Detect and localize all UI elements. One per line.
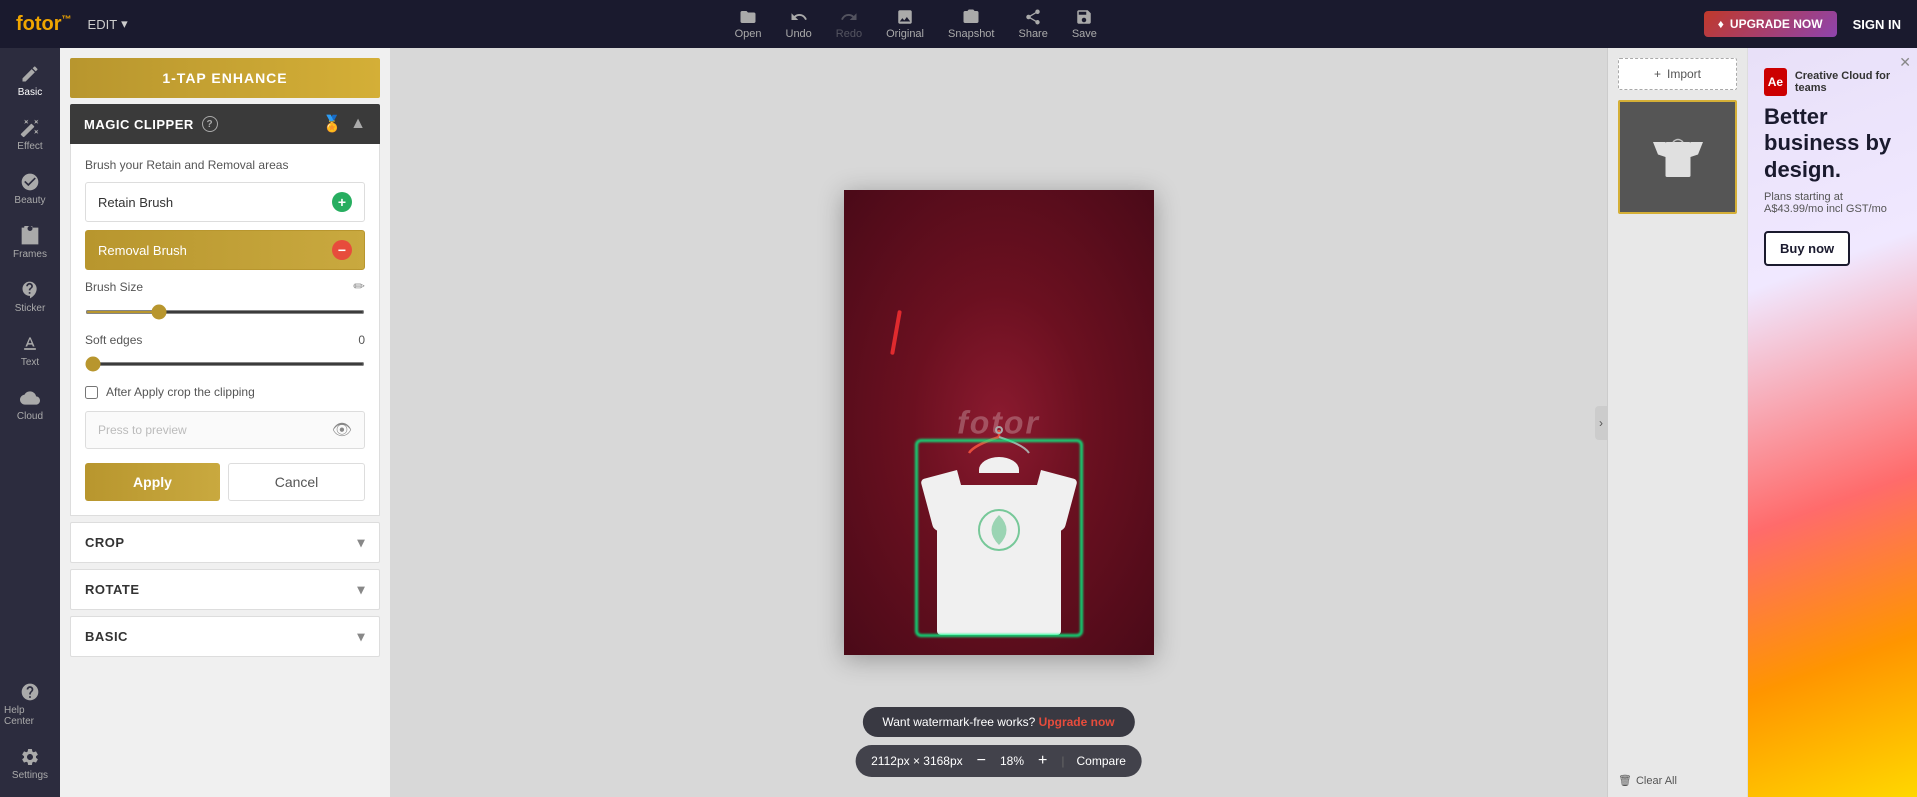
- sidebar-item-frames[interactable]: Frames: [0, 218, 60, 268]
- magic-clipper-title: MAGIC CLIPPER ?: [84, 116, 218, 132]
- rotate-chevron-icon: ▾: [357, 581, 365, 598]
- chevron-down-icon: ▾: [121, 16, 128, 32]
- right-collapse-button[interactable]: ›: [1595, 406, 1607, 440]
- crop-chevron-icon: ▾: [357, 534, 365, 551]
- compare-label: Compare: [1077, 754, 1126, 768]
- plus-icon: +: [1654, 67, 1661, 81]
- magic-clipper-body: Brush your Retain and Removal areas Reta…: [70, 144, 380, 516]
- topbar-left: fotor™ EDIT ▾: [16, 13, 128, 36]
- undo-button[interactable]: Undo: [786, 8, 812, 40]
- sidebar-item-sticker[interactable]: Sticker: [0, 272, 60, 322]
- magic-clipper-header[interactable]: MAGIC CLIPPER ? 🏅 ▲: [70, 104, 380, 144]
- icon-sidebar: Basic Effect Beauty Frames Sticker Text …: [0, 48, 60, 797]
- after-apply-label: After Apply crop the clipping: [106, 385, 255, 399]
- rotate-header[interactable]: ROTATE ▾: [71, 570, 379, 609]
- premium-badge: 🏅: [322, 114, 342, 134]
- snapshot-button[interactable]: Snapshot: [948, 8, 994, 40]
- sidebar-item-cloud[interactable]: Cloud: [0, 380, 60, 430]
- zoom-out-button[interactable]: −: [975, 752, 988, 770]
- cancel-button[interactable]: Cancel: [228, 463, 365, 501]
- signin-button[interactable]: SIGN IN: [1853, 17, 1901, 32]
- brush-size-row: Brush Size ✏: [85, 278, 365, 319]
- eraser-icon: ✏: [353, 278, 365, 295]
- crop-section: CROP ▾: [70, 522, 380, 563]
- status-bar: 2112px × 3168px − 18% + | Compare: [855, 745, 1142, 777]
- sidebar-item-help[interactable]: Help Center: [0, 674, 60, 735]
- removal-icon: −: [332, 240, 352, 260]
- open-button[interactable]: Open: [735, 8, 762, 40]
- retain-brush-button[interactable]: Retain Brush +: [85, 182, 365, 222]
- rotate-section: ROTATE ▾: [70, 569, 380, 610]
- ad-close-button[interactable]: ✕: [1899, 54, 1911, 71]
- eye-icon[interactable]: 👁: [332, 420, 352, 440]
- ad-title: Better business by design.: [1764, 104, 1901, 183]
- crop-header[interactable]: CROP ▾: [71, 523, 379, 562]
- right-panel: + Import 🗑 Clear All: [1607, 48, 1747, 797]
- adobe-logo: Ae: [1764, 68, 1787, 96]
- ad-header: Ae Creative Cloud for teams: [1764, 68, 1901, 96]
- sidebar-item-basic[interactable]: Basic: [0, 56, 60, 106]
- edit-menu[interactable]: EDIT ▾: [88, 16, 128, 32]
- upgrade-button[interactable]: UPGRADE NOW: [1704, 11, 1837, 37]
- ad-subtitle: Plans starting at A$43.99/mo incl GST/mo: [1764, 191, 1901, 215]
- panel-sidebar: 1-TAP ENHANCE MAGIC CLIPPER ? 🏅 ▲ Brush …: [60, 48, 390, 797]
- apply-button[interactable]: Apply: [85, 463, 220, 501]
- ad-panel: ✕ Ae Creative Cloud for teams Better bus…: [1747, 48, 1917, 797]
- original-button[interactable]: Original: [886, 8, 924, 40]
- upgrade-link[interactable]: Upgrade now: [1039, 715, 1115, 729]
- share-button[interactable]: Share: [1018, 8, 1047, 40]
- action-row: Apply Cancel: [85, 463, 365, 501]
- sidebar-item-effect[interactable]: Effect: [0, 110, 60, 160]
- zoom-in-button[interactable]: +: [1036, 752, 1049, 770]
- basic-header[interactable]: BASIC ▾: [71, 617, 379, 656]
- magic-clipper-help[interactable]: ?: [202, 116, 218, 132]
- thumbnail-card[interactable]: [1618, 100, 1737, 214]
- brush-section-label: Brush your Retain and Removal areas: [85, 158, 365, 172]
- tshirt-selection-glow: [915, 439, 1083, 637]
- after-apply-row: After Apply crop the clipping: [85, 385, 365, 399]
- sidebar-item-text[interactable]: Text: [0, 326, 60, 376]
- app-logo: fotor™: [16, 13, 72, 36]
- redo-button[interactable]: Redo: [836, 8, 862, 40]
- ad-buy-button[interactable]: Buy now: [1764, 231, 1850, 266]
- brush-size-label-row: Brush Size ✏: [85, 278, 365, 295]
- upgrade-banner: Want watermark-free works? Upgrade now: [862, 707, 1134, 737]
- import-button[interactable]: + Import: [1618, 58, 1737, 90]
- basic-section: BASIC ▾: [70, 616, 380, 657]
- one-tap-enhance-button[interactable]: 1-TAP ENHANCE: [70, 58, 380, 98]
- main-layout: Basic Effect Beauty Frames Sticker Text …: [0, 48, 1917, 797]
- magic-clipper-controls: 🏅 ▲: [322, 114, 366, 134]
- canvas-content: fotor: [844, 190, 1154, 655]
- thumbnail-bg: [1620, 102, 1735, 212]
- soft-edges-slider[interactable]: [85, 362, 365, 366]
- save-button[interactable]: Save: [1072, 8, 1097, 40]
- topbar: fotor™ EDIT ▾ Open Undo Redo Original Sn…: [0, 0, 1917, 48]
- canvas-area: fotor: [390, 48, 1607, 797]
- preview-field: Press to preview 👁: [85, 411, 365, 449]
- clear-all-button[interactable]: 🗑 Clear All: [1618, 774, 1737, 787]
- removal-brush-button[interactable]: Removal Brush −: [85, 230, 365, 270]
- canvas-image: fotor: [844, 190, 1154, 655]
- soft-edges-row: Soft edges 0: [85, 333, 365, 371]
- sidebar-item-beauty[interactable]: Beauty: [0, 164, 60, 214]
- topbar-center: Open Undo Redo Original Snapshot Share S…: [735, 8, 1097, 40]
- trash-icon: 🗑: [1618, 774, 1632, 787]
- after-apply-checkbox[interactable]: [85, 386, 98, 399]
- retain-icon: +: [332, 192, 352, 212]
- topbar-right: UPGRADE NOW SIGN IN: [1704, 11, 1901, 37]
- collapse-button[interactable]: ▲: [350, 115, 366, 133]
- right-collapse-icon: ›: [1599, 416, 1603, 430]
- brush-size-slider[interactable]: [85, 310, 365, 314]
- sidebar-item-settings[interactable]: Settings: [0, 739, 60, 789]
- basic-chevron-icon: ▾: [357, 628, 365, 645]
- ad-content: Ae Creative Cloud for teams Better busin…: [1748, 48, 1917, 797]
